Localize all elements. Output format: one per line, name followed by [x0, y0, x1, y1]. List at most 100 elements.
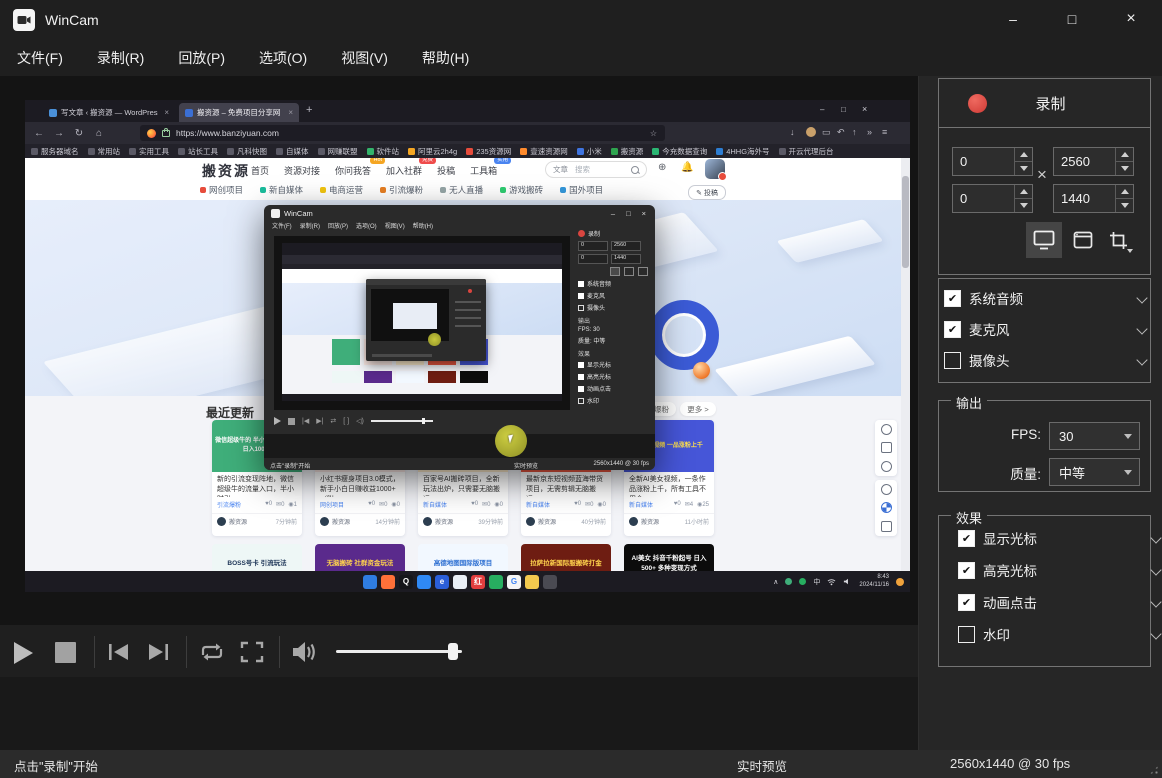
site-nav-item[interactable]: 你问我答 Hot: [335, 164, 371, 177]
region-width-input[interactable]: 2560: [1053, 147, 1134, 176]
bookmark-item[interactable]: 站长工具: [178, 146, 218, 157]
nested-stop-icon[interactable]: [288, 418, 295, 425]
site-nav-item[interactable]: 资源对接: [284, 164, 320, 177]
taskbar-app-icon[interactable]: e: [435, 575, 449, 589]
source-row[interactable]: ✔ 系统音频: [939, 286, 1150, 310]
chevron-down-icon[interactable]: [1136, 354, 1147, 365]
bookmark-item[interactable]: 凡科快图: [227, 146, 267, 157]
subnav-item[interactable]: 国外项目: [560, 184, 603, 196]
checkbox[interactable]: ✔: [944, 352, 961, 369]
site-nav-item[interactable]: 工具箱 实用: [470, 164, 497, 177]
nested-region-x[interactable]: 0: [578, 241, 608, 251]
chevron-down-icon[interactable]: [1150, 628, 1161, 639]
nested-checkbox[interactable]: [578, 362, 584, 368]
taskbar-app-icon[interactable]: [417, 575, 431, 589]
site-logo[interactable]: 搬资源: [202, 161, 250, 181]
reload-icon[interactable]: ↻: [69, 128, 89, 139]
forward-icon[interactable]: →: [49, 128, 69, 139]
nested-effect-row[interactable]: 高亮光标: [578, 372, 648, 381]
wifi-icon[interactable]: [827, 578, 836, 586]
submit-plus-icon[interactable]: ⊕: [658, 162, 666, 173]
chevron-down-icon[interactable]: [1150, 564, 1161, 575]
nested-loop-icon[interactable]: ⇄: [330, 417, 336, 425]
menu-item[interactable]: 视图(V): [324, 42, 405, 74]
taskbar-app-icon[interactable]: [543, 575, 557, 589]
bookmark-item[interactable]: 实用工具: [129, 146, 169, 157]
fullscreen-button[interactable]: [240, 641, 264, 668]
nested-minimize-button[interactable]: –: [611, 209, 615, 218]
browser-tab-active[interactable]: 搬资源 – 免费项目分享网 ×: [179, 103, 299, 122]
checkbox[interactable]: ✔: [958, 530, 975, 547]
nested-close-button[interactable]: ×: [642, 209, 646, 218]
undo-icon[interactable]: ↶: [837, 127, 845, 138]
profile-icon[interactable]: [881, 424, 892, 435]
tab-close-icon[interactable]: ×: [288, 108, 293, 117]
post-card[interactable]: AI美女 抖音千粉起号 日入500+ 多种变现方式: [624, 544, 714, 571]
nested-source-row[interactable]: 摄像头: [578, 303, 648, 312]
bookmark-item[interactable]: 今充数据查询: [652, 146, 707, 157]
spin-up-icon[interactable]: [1015, 148, 1032, 161]
subnav-item[interactable]: 新自媒体: [260, 184, 303, 196]
nested-region-h[interactable]: 1440: [611, 254, 641, 264]
nested-checkbox[interactable]: [578, 293, 584, 299]
nested-mode-window-icon[interactable]: [624, 267, 634, 276]
bookmark-item[interactable]: 开云代理后台: [779, 146, 834, 157]
subnav-item[interactable]: 引流爆粉: [380, 184, 423, 196]
spin-down-icon[interactable]: [1116, 198, 1133, 212]
nested-checkbox[interactable]: [578, 305, 584, 311]
post-tag[interactable]: 新自媒体: [423, 500, 447, 509]
subnav-item[interactable]: 游戏搬砖: [500, 184, 543, 196]
record-button[interactable]: 录制: [938, 78, 1151, 128]
site-nav-item[interactable]: 首页: [251, 164, 269, 177]
nested-fullscreen-icon[interactable]: [ ]: [343, 418, 349, 425]
effect-row[interactable]: ✔ 水印: [953, 622, 1162, 646]
overflow-icon[interactable]: »: [867, 127, 872, 137]
close-browser-icon[interactable]: ×: [862, 104, 867, 114]
tray-notification-icon[interactable]: [896, 578, 904, 586]
tab-close-icon[interactable]: ×: [164, 108, 169, 117]
chevron-down-icon[interactable]: [1136, 323, 1147, 334]
nested-volume-slider[interactable]: [371, 420, 433, 422]
mode-fullscreen-button[interactable]: [1026, 222, 1062, 258]
bookmark-item[interactable]: 网赚联盟: [318, 146, 358, 157]
mode-window-button[interactable]: [1070, 228, 1096, 252]
support-icon[interactable]: [881, 484, 892, 495]
nested-menu-item[interactable]: 选项(O): [356, 221, 377, 234]
region-height-input[interactable]: 1440: [1053, 184, 1134, 213]
taskbar-app-icon[interactable]: 红: [471, 575, 485, 589]
checkbox[interactable]: ✔: [944, 290, 961, 307]
tray-wechat-icon[interactable]: [799, 578, 806, 585]
site-nav-item[interactable]: 投稿: [437, 164, 455, 177]
source-row[interactable]: ✔ 摄像头: [939, 348, 1150, 372]
spin-up-icon[interactable]: [1015, 185, 1032, 198]
resize-grip[interactable]: [1149, 765, 1159, 775]
search-icon[interactable]: [631, 166, 639, 174]
page-scrollbar[interactable]: [901, 158, 910, 571]
taskbar-app-icon[interactable]: Q: [399, 575, 413, 589]
menu-item[interactable]: 回放(P): [161, 42, 242, 74]
fps-select[interactable]: 30: [1049, 422, 1140, 450]
site-nav-item[interactable]: 加入社群 免费: [386, 164, 422, 177]
tray-caret-icon[interactable]: ∧: [773, 578, 778, 586]
minimize-browser-icon[interactable]: –: [820, 105, 824, 114]
volume-button[interactable]: [290, 639, 320, 670]
bookmark-item[interactable]: 壹速资源网: [520, 146, 568, 157]
mode-crop-button[interactable]: [1105, 228, 1131, 252]
search-category[interactable]: 文章: [553, 164, 568, 175]
bell-side-icon[interactable]: [881, 521, 892, 532]
volume-tray-icon[interactable]: [843, 577, 852, 586]
more-pill[interactable]: 更多 >: [680, 402, 716, 416]
nested-checkbox[interactable]: [578, 374, 584, 380]
nested-skip-start-icon[interactable]: |◀: [302, 417, 309, 425]
nested-checkbox[interactable]: [578, 281, 584, 287]
subnav-item[interactable]: 电商运营: [320, 184, 363, 196]
taskbar-app-icon[interactable]: [489, 575, 503, 589]
nested-maximize-button[interactable]: □: [626, 209, 631, 218]
share-icon[interactable]: ↑: [852, 127, 857, 137]
checkbox[interactable]: ✔: [958, 562, 975, 579]
download-icon[interactable]: ↓: [790, 127, 795, 137]
nested-volume-icon[interactable]: ◁): [356, 417, 364, 425]
maximize-button[interactable]: □: [1049, 0, 1095, 38]
checkbox[interactable]: ✔: [958, 626, 975, 643]
bookmark-star-icon[interactable]: ☆: [650, 129, 657, 138]
